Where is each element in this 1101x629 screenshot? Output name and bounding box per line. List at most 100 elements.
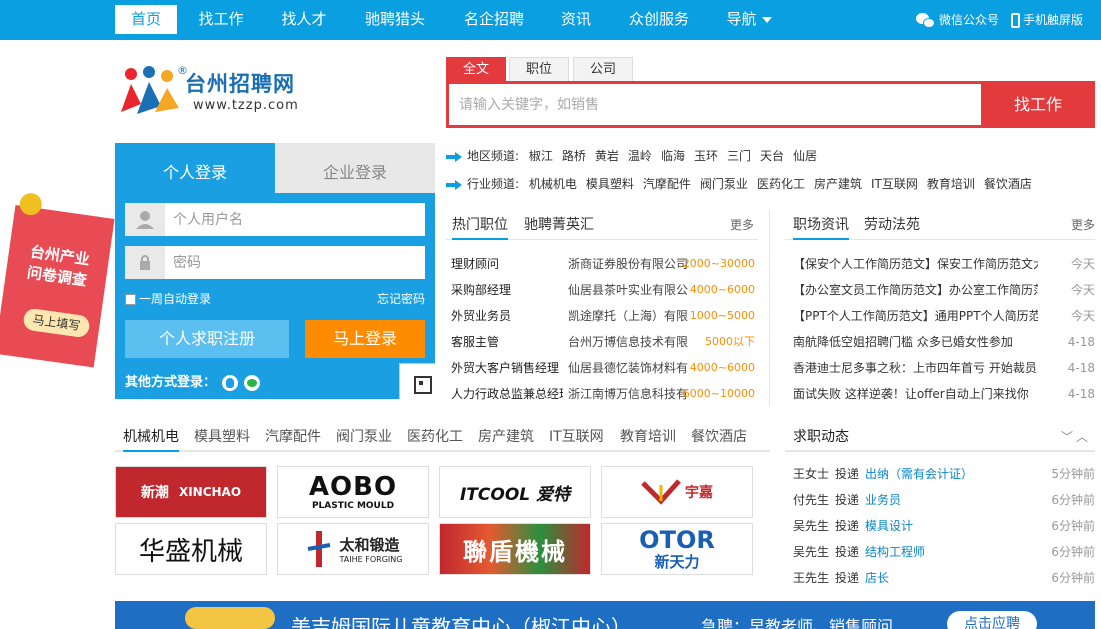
news-row[interactable]: 南航降低空姐招聘门槛 众多已婚女性参加 4-18	[793, 332, 1095, 352]
mobile-link[interactable]: 手机触屏版	[1011, 10, 1083, 30]
jobs-more-link[interactable]: 更多	[730, 210, 754, 240]
industry-link[interactable]: 模具塑料	[586, 177, 634, 191]
applied-position[interactable]: 出纳（需有会计证）	[865, 467, 973, 481]
qq-icon[interactable]	[222, 374, 239, 391]
industry-link[interactable]: 医药化工	[757, 177, 805, 191]
tab-personal-login[interactable]: 个人登录	[115, 143, 275, 193]
job-title[interactable]: 采购部经理	[451, 280, 563, 300]
chevron-up-icon[interactable]: ︿	[1076, 430, 1091, 444]
industry-tab[interactable]: IT互联网	[549, 422, 604, 452]
search-tab-fulltext[interactable]: 全文	[446, 57, 506, 81]
job-company[interactable]: 台州万博信息技术有限公司	[568, 332, 688, 352]
tab-elite[interactable]: 驰聘菁英汇	[524, 210, 594, 240]
job-title[interactable]: 外贸大客户销售经理	[451, 358, 563, 378]
industry-link[interactable]: 餐饮酒店	[984, 177, 1032, 191]
news-row[interactable]: 【办公室文员工作简历范文】办公室工作简历范文 今天	[793, 280, 1095, 300]
company-logo-liandun[interactable]: 聯盾機械	[439, 523, 591, 575]
news-row[interactable]: 香港迪士尼多事之秋：上市四年首亏 开始裁员 4-18	[793, 358, 1095, 378]
chevron-down-icon[interactable]: ﹀	[1061, 430, 1076, 444]
job-company[interactable]: 浙商证券股份有限公司	[568, 254, 688, 274]
job-company[interactable]: 仙居县茶叶实业有限公司	[568, 280, 688, 300]
job-company[interactable]: 仙居县德忆装饰材料有限公司	[568, 358, 688, 378]
news-title[interactable]: 【办公室文员工作简历范文】办公室工作简历范文	[793, 280, 1038, 300]
applied-position[interactable]: 业务员	[865, 493, 901, 507]
job-row[interactable]: 人力行政总监兼总经理助理浙江南博万信息科技有限公司6000~10000	[451, 384, 757, 404]
wechat-login-icon[interactable]	[244, 374, 261, 391]
qrcode-icon[interactable]	[399, 363, 435, 399]
survey-fill-button[interactable]: 马上填写	[22, 307, 91, 339]
survey-card[interactable]: 台州产业 问卷调查 马上填写	[0, 191, 115, 368]
nav-find-talent[interactable]: 找人才	[270, 5, 338, 34]
industry-tab[interactable]: 汽摩配件	[265, 422, 321, 452]
industry-link[interactable]: 汽摩配件	[643, 177, 691, 191]
company-logo-huasheng[interactable]: 华盛机械	[115, 523, 267, 575]
job-row[interactable]: 理财顾问 浙商证券股份有限公司 2000~30000	[451, 254, 757, 274]
industry-tab[interactable]: 医药化工	[407, 422, 463, 452]
news-title[interactable]: 【保安个人工作简历范文】保安工作简历范文大全	[793, 254, 1038, 274]
applied-position[interactable]: 结构工程师	[865, 545, 925, 559]
job-row[interactable]: 客服主管台州万博信息技术有限公司 5000以下	[451, 332, 757, 352]
forgot-password-link[interactable]: 忘记密码	[377, 290, 425, 307]
applied-position[interactable]: 店长	[865, 571, 889, 585]
banner-apply-button[interactable]: 点击应聘	[947, 611, 1037, 629]
username-input[interactable]	[165, 203, 425, 236]
job-title[interactable]: 人力行政总监兼总经理助理	[451, 384, 563, 404]
company-logo-taihe[interactable]: 太和锻造 TAIHE FORGING	[277, 523, 429, 575]
password-input[interactable]	[165, 246, 425, 279]
region-link[interactable]: 温岭	[628, 149, 652, 163]
industry-tab[interactable]: 教育培训	[620, 422, 676, 452]
company-logo-xinchao[interactable]: 新潮 XINCHAO	[115, 466, 267, 518]
register-button[interactable]: 个人求职注册	[125, 320, 289, 358]
search-tab-position[interactable]: 职位	[509, 57, 569, 81]
nav-news[interactable]: 资讯	[553, 5, 599, 34]
industry-tab[interactable]: 房产建筑	[478, 422, 534, 452]
news-title[interactable]: 面试失败 这样逆袭！让offer自动上门来找你	[793, 384, 1038, 404]
industry-tab[interactable]: 机械机电	[123, 422, 179, 452]
news-title[interactable]: 南航降低空姐招聘门槛 众多已婚女性参加	[793, 332, 1038, 352]
industry-link[interactable]: 机械机电	[529, 177, 577, 191]
company-logo-otor[interactable]: OTOR 新天力	[601, 523, 753, 575]
remember-checkbox[interactable]	[125, 294, 136, 305]
nav-find-job[interactable]: 找工作	[186, 5, 256, 34]
search-button[interactable]: 找工作	[981, 84, 1095, 125]
nav-famous-companies[interactable]: 名企招聘	[454, 5, 534, 34]
news-row[interactable]: 【保安个人工作简历范文】保安工作简历范文大全 今天	[793, 254, 1095, 274]
region-link[interactable]: 路桥	[562, 149, 586, 163]
tab-hot-jobs[interactable]: 热门职位	[452, 210, 508, 240]
news-title[interactable]: 【PPT个人工作简历范文】通用PPT个人简历范文下载	[793, 306, 1038, 326]
tab-company-login[interactable]: 企业登录	[275, 143, 435, 193]
industry-link[interactable]: 房产建筑	[814, 177, 862, 191]
region-link[interactable]: 椒江	[529, 149, 553, 163]
job-row[interactable]: 外贸业务员凯途摩托（上海）有限公司1000~5000	[451, 306, 757, 326]
region-link[interactable]: 临海	[661, 149, 685, 163]
nav-home[interactable]: 首页	[115, 5, 177, 34]
news-row[interactable]: 面试失败 这样逆袭！让offer自动上门来找你 4-18	[793, 384, 1095, 404]
wechat-link[interactable]: 微信公众号	[916, 10, 999, 30]
login-button[interactable]: 马上登录	[305, 320, 425, 358]
tab-labor-law[interactable]: 劳动法苑	[864, 210, 920, 240]
industry-link[interactable]: IT互联网	[871, 177, 918, 191]
industry-link[interactable]: 阀门泵业	[700, 177, 748, 191]
news-title[interactable]: 香港迪士尼多事之秋：上市四年首亏 开始裁员	[793, 358, 1038, 378]
industry-link[interactable]: 教育培训	[927, 177, 975, 191]
region-link[interactable]: 玉环	[694, 149, 718, 163]
ad-banner[interactable]: 美吉姆国际儿童教育中心（椒江中心） 急聘：早教老师、销售顾问 点击应聘	[115, 601, 1095, 629]
industry-tab[interactable]: 餐饮酒店	[691, 422, 747, 452]
company-logo-aobo[interactable]: AOBO PLASTIC MOULD	[277, 466, 429, 518]
applied-position[interactable]: 模具设计	[865, 519, 913, 533]
nav-startup-services[interactable]: 众创服务	[619, 5, 699, 34]
company-logo-yujia[interactable]: 宇嘉	[601, 466, 753, 518]
job-title[interactable]: 客服主管	[451, 332, 563, 352]
nav-headhunter[interactable]: 驰聘猎头	[354, 5, 436, 34]
search-tab-company[interactable]: 公司	[573, 57, 633, 81]
job-company[interactable]: 浙江南博万信息科技有限公司	[568, 384, 688, 404]
company-logo-itcool[interactable]: ITCOOL 爱特	[439, 466, 591, 518]
region-link[interactable]: 仙居	[793, 149, 817, 163]
tab-career-news[interactable]: 职场资讯	[793, 210, 849, 240]
industry-tab[interactable]: 模具塑料	[194, 422, 250, 452]
region-link[interactable]: 天台	[760, 149, 784, 163]
region-link[interactable]: 三门	[727, 149, 751, 163]
job-title[interactable]: 理财顾问	[451, 254, 563, 274]
region-link[interactable]: 黄岩	[595, 149, 619, 163]
industry-tab[interactable]: 阀门泵业	[336, 422, 392, 452]
